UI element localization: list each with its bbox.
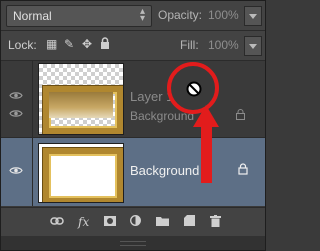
layers-panel: Normal ▴ ▾ Opacity: 100% Lock: ▦ ✎ ✥ Fill… — [0, 0, 266, 251]
panel-border — [0, 0, 266, 251]
